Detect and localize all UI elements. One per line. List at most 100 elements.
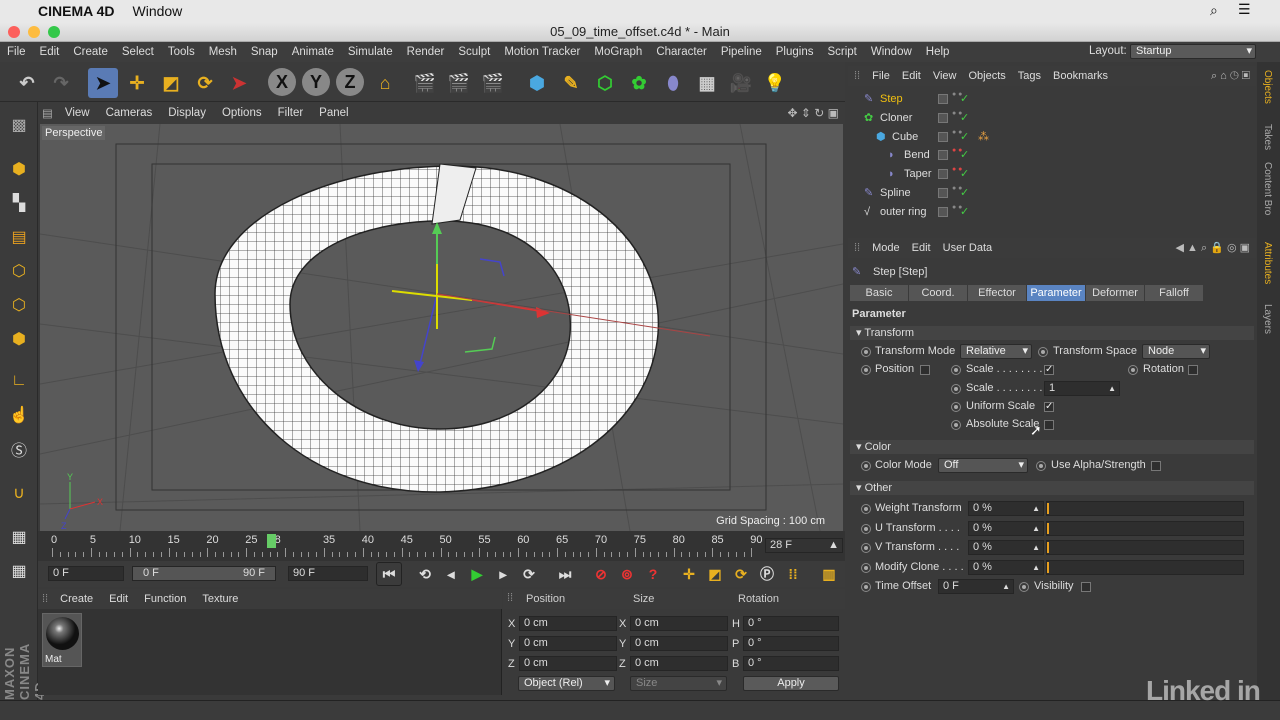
u-transform-field[interactable]: 0 % ▲ (968, 520, 1044, 536)
objects-menu-edit[interactable]: Edit (896, 70, 927, 82)
autokey-icon[interactable]: ⊚ (614, 562, 640, 586)
material-menu-create[interactable]: Create (52, 593, 101, 605)
light-icon[interactable]: 💡 (760, 68, 790, 98)
record-icon[interactable]: ⊘ (588, 562, 614, 586)
viewport-menu-icon[interactable]: ▤ (38, 106, 57, 120)
menu-pipeline[interactable]: Pipeline (714, 46, 769, 58)
workplane-grid-icon[interactable]: ▦ (4, 522, 34, 552)
workplane-icon[interactable]: ▤ (4, 222, 34, 252)
visibility-checkbox[interactable] (1081, 582, 1091, 592)
menu-mograph[interactable]: MoGraph (587, 46, 649, 58)
viewport-nav-icons[interactable]: ✥ ⇕ ↻ ▣ (787, 106, 839, 120)
locked-workplane-icon[interactable]: ▦ (4, 556, 34, 586)
objects-menu-tags[interactable]: Tags (1012, 70, 1047, 82)
object-visibility-icon[interactable] (938, 94, 948, 104)
prev-key-icon[interactable]: ⟲ (412, 562, 438, 586)
axis-mode-icon[interactable]: ∟ (4, 366, 34, 396)
menu-motion-tracker[interactable]: Motion Tracker (497, 46, 587, 58)
viewport-menu-panel[interactable]: Panel (311, 107, 356, 119)
visibility-radio[interactable] (1019, 582, 1029, 592)
object-row-taper[interactable]: ◗ Taper ✓ ● ● (848, 165, 1256, 183)
menu-create[interactable]: Create (66, 46, 115, 58)
modify-clone-field[interactable]: 0 % ▲ (968, 559, 1044, 575)
tab-coord[interactable]: Coord. (909, 285, 967, 301)
use-alpha-radio[interactable] (1036, 461, 1046, 471)
perspective-viewport[interactable]: Y X Z Perspective Grid Spacing : 100 cm (40, 124, 843, 531)
viewport-menu-options[interactable]: Options (214, 107, 270, 119)
make-editable-icon[interactable]: ▩ (4, 110, 34, 140)
snap-icon[interactable]: Ⓢ (4, 434, 34, 464)
viewport-menu-filter[interactable]: Filter (270, 107, 312, 119)
menu-script[interactable]: Script (820, 46, 863, 58)
scale-enable-radio[interactable] (951, 365, 961, 375)
live-select-icon[interactable]: ➤ (224, 68, 254, 98)
play-icon[interactable]: ▶ (464, 562, 490, 586)
render-picture-viewer-icon[interactable]: 🎬 (444, 68, 474, 98)
transform-space-dropdown[interactable]: Node ▾ (1142, 344, 1210, 359)
minimize-button[interactable] (28, 26, 40, 38)
viewport-menu-display[interactable]: Display (160, 107, 214, 119)
object-row-step[interactable]: ✎ Step ✓ ● ● (848, 90, 1256, 108)
menu-render[interactable]: Render (400, 46, 452, 58)
attribute-menu-edit[interactable]: Edit (906, 242, 937, 254)
position-checkbox[interactable] (920, 365, 930, 375)
content-browser-tab[interactable]: Content Bro (1262, 162, 1273, 215)
rotate-tool-icon[interactable]: ⟳ (190, 68, 220, 98)
object-visibility-icon[interactable] (938, 150, 948, 161)
material-menu-edit[interactable]: Edit (101, 593, 136, 605)
position-field[interactable]: 0 cm (519, 636, 617, 651)
object-row-outer-ring[interactable]: √ outer ring ✓ ● ● (848, 203, 1256, 221)
time-offset-field[interactable]: 0 F ▲ (938, 579, 1014, 594)
takes-tab[interactable]: Takes (1262, 124, 1273, 150)
app-menu[interactable]: CINEMA 4D (38, 3, 115, 19)
menu-character[interactable]: Character (649, 46, 714, 58)
material-tag-icon[interactable]: ⁂ (978, 130, 989, 143)
timeline-window-icon[interactable]: ▥ (816, 562, 842, 586)
object-visibility-icon[interactable] (938, 131, 948, 142)
cube-object-icon[interactable]: ⬢ (522, 68, 552, 98)
position-radio[interactable] (861, 365, 871, 375)
other-section[interactable]: ▾ Other (850, 481, 1254, 495)
size-field[interactable]: 0 cm (630, 636, 728, 651)
rotation-field[interactable]: 0 ° (743, 656, 839, 671)
objects-menu-objects[interactable]: Objects (962, 70, 1011, 82)
timeline[interactable]: 051015202528354045505560657075808590 28 … (38, 531, 845, 561)
modify-clone-radio[interactable] (861, 562, 871, 573)
keyframe-selection-icon[interactable]: ? (640, 562, 666, 586)
use-alpha-checkbox[interactable] (1151, 461, 1161, 471)
undo-icon[interactable]: ↶ (12, 68, 42, 98)
move-tool-icon[interactable]: ✛ (122, 68, 152, 98)
size-field[interactable]: 0 cm (630, 656, 728, 671)
menu-file[interactable]: File (0, 46, 33, 58)
coord-mode-dropdown[interactable]: Object (Rel) ▾ (518, 676, 615, 691)
tab-deformer[interactable]: Deformer (1086, 285, 1144, 301)
transform-mode-radio[interactable] (861, 347, 871, 357)
color-section[interactable]: ▾ Color (850, 440, 1254, 454)
menu-simulate[interactable]: Simulate (341, 46, 400, 58)
object-visibility-icon[interactable] (938, 169, 948, 180)
range-slider[interactable]: 0 F 90 F (132, 566, 276, 581)
material-menu-texture[interactable]: Texture (194, 593, 246, 605)
absolute-scale-checkbox[interactable] (1044, 420, 1054, 430)
menu-plugins[interactable]: Plugins (769, 46, 821, 58)
position-field[interactable]: 0 cm (519, 616, 617, 631)
floor-icon[interactable]: ▦ (692, 68, 722, 98)
key-position-icon[interactable]: ✛ (676, 562, 702, 586)
object-row-cube[interactable]: ⬢ Cube ✓ ● ● (848, 128, 1256, 146)
v-transform-field[interactable]: 0 % ▲ (968, 540, 1044, 555)
attributes-tab[interactable]: Attributes (1262, 242, 1273, 284)
tweak-mode-icon[interactable]: ☝ (4, 400, 34, 430)
attribute-menu-user-data[interactable]: User Data (937, 242, 999, 254)
next-frame-icon[interactable]: ▸ (490, 562, 516, 586)
weight-transform-slider[interactable] (1046, 501, 1244, 516)
transform-mode-dropdown[interactable]: Relative ▾ (960, 344, 1032, 359)
rotation-field[interactable]: 0 ° (743, 636, 839, 651)
go-to-start-icon[interactable]: ⏮ (376, 562, 402, 586)
go-to-end-icon[interactable]: ⏭ (552, 562, 578, 586)
material-swatch[interactable]: Mat (42, 613, 82, 667)
position-field[interactable]: 0 cm (519, 656, 617, 671)
edges-mode-icon[interactable]: ⬡ (4, 290, 34, 320)
scale-value-radio[interactable] (951, 384, 961, 394)
subdivision-icon[interactable]: ⬡ (590, 68, 620, 98)
key-scale-icon[interactable]: ◩ (702, 562, 728, 586)
